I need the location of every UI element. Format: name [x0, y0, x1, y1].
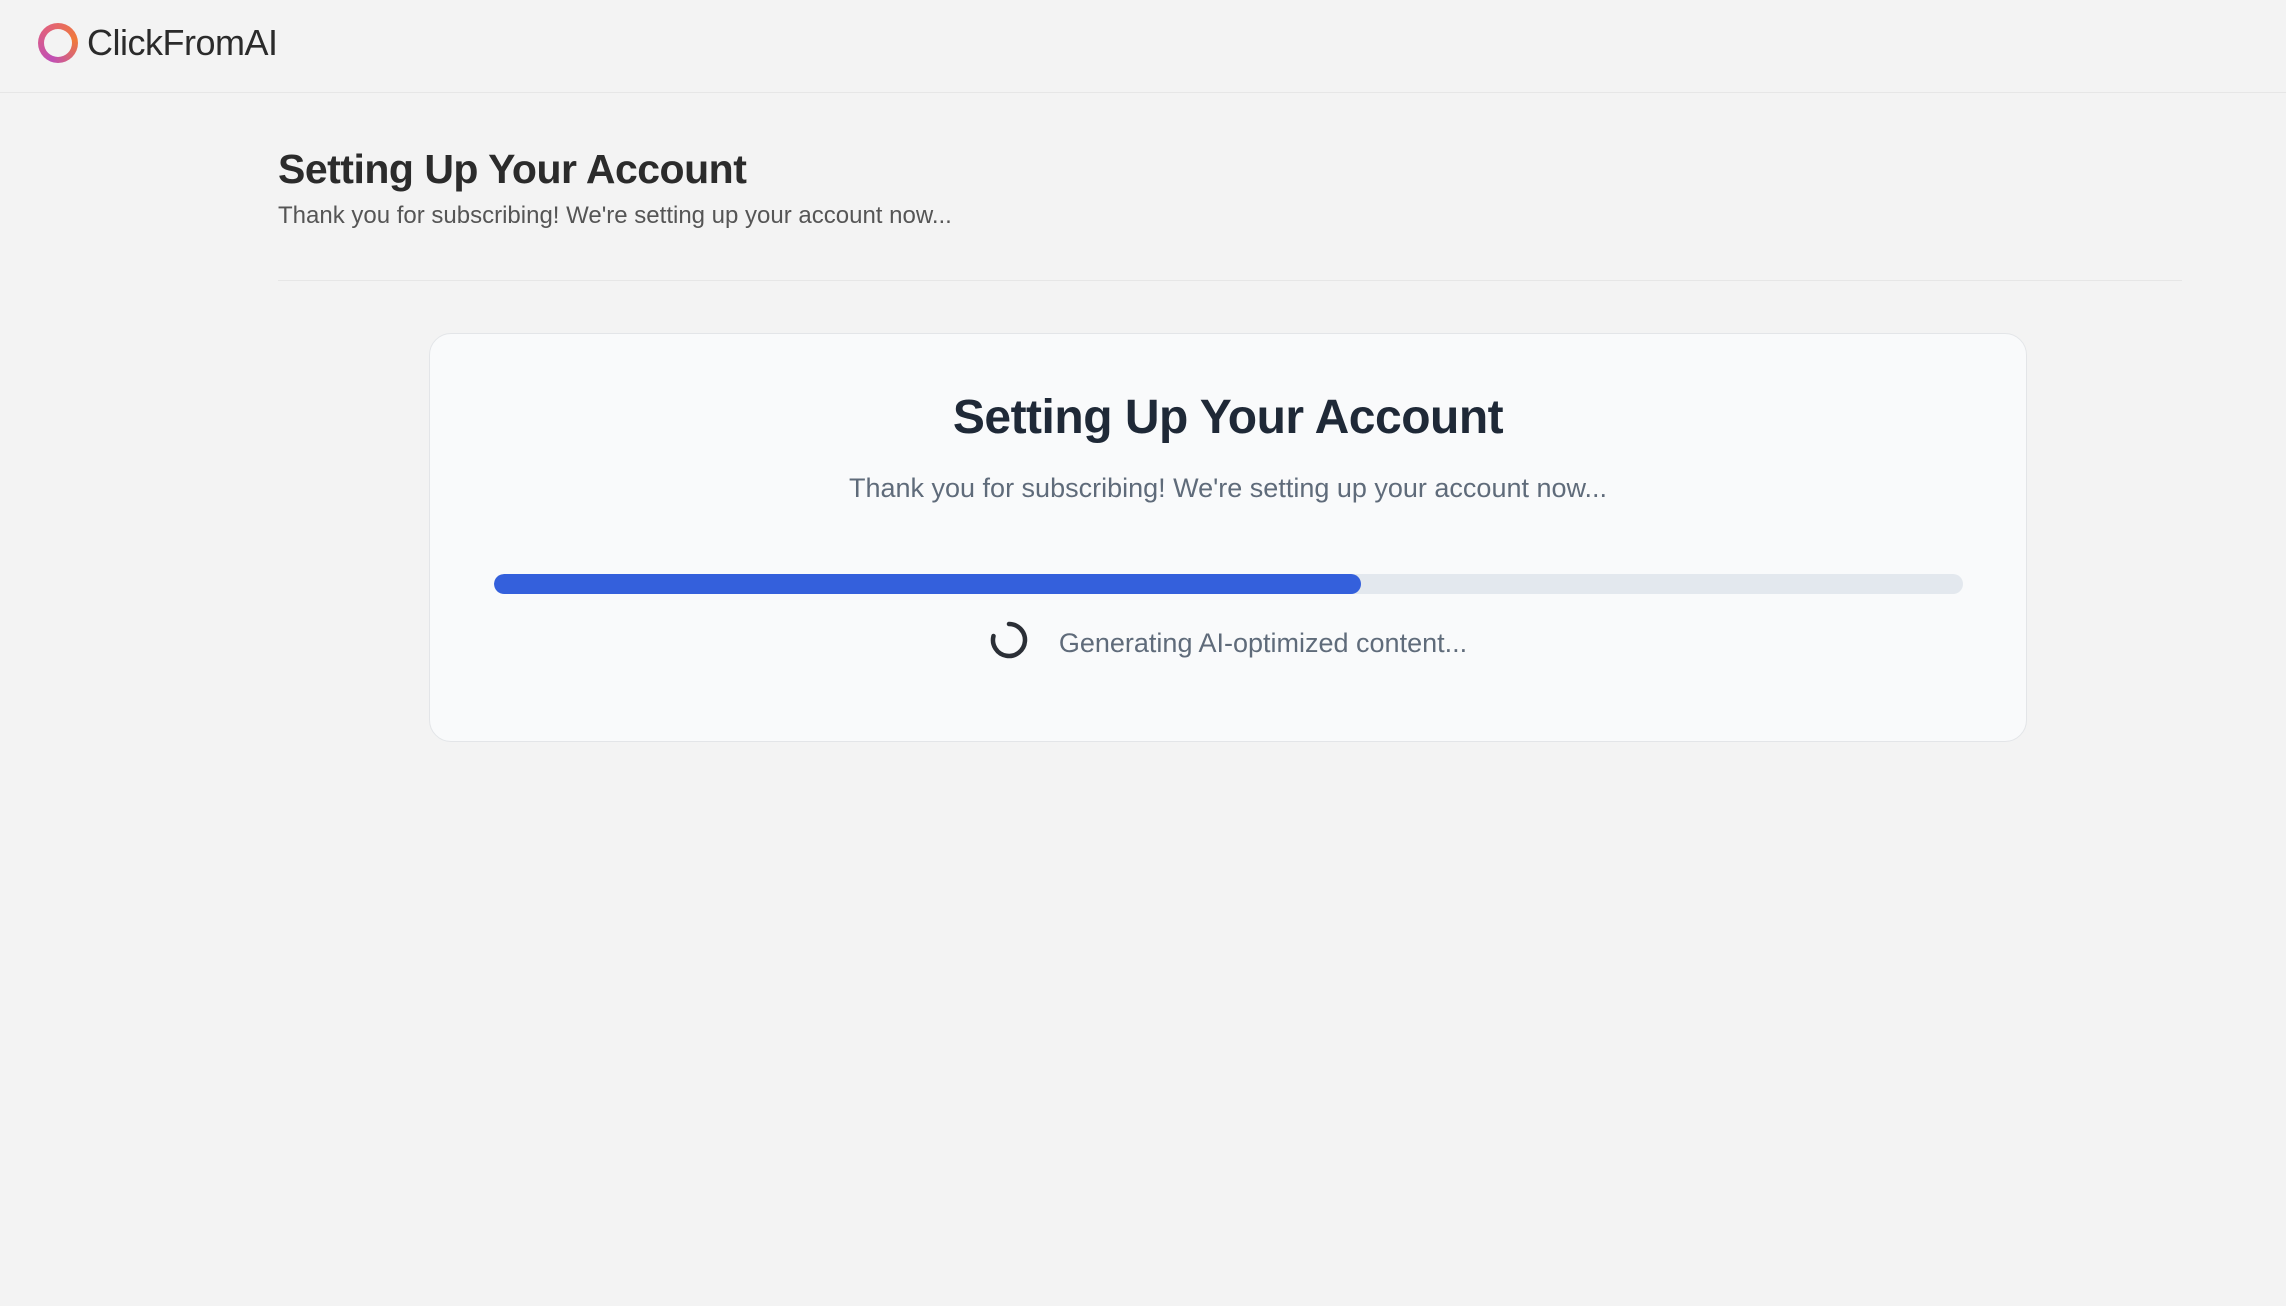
top-navigation-bar: ClickFromAI	[0, 0, 2286, 93]
status-row: Generating AI-optimized content...	[430, 621, 2026, 660]
page-subtitle: Thank you for subscribing! We're setting…	[278, 202, 952, 230]
card-title: Setting Up Your Account	[952, 391, 1504, 444]
page-header: Setting Up Your Account Thank you for su…	[278, 93, 2182, 282]
progress-bar	[494, 574, 1963, 594]
card-subtitle: Thank you for subscribing! We're setting…	[848, 473, 1608, 503]
spinner-icon	[990, 621, 1028, 659]
progress-bar-fill	[494, 574, 1361, 594]
page-title: Setting Up Your Account	[278, 146, 747, 192]
setup-progress-card: Setting Up Your Account Thank you for su…	[429, 333, 2027, 742]
status-text: Generating AI-optimized content...	[1058, 627, 1468, 658]
ring-logo-icon[interactable]	[38, 23, 78, 63]
brand-name[interactable]: ClickFromAI	[87, 22, 278, 64]
